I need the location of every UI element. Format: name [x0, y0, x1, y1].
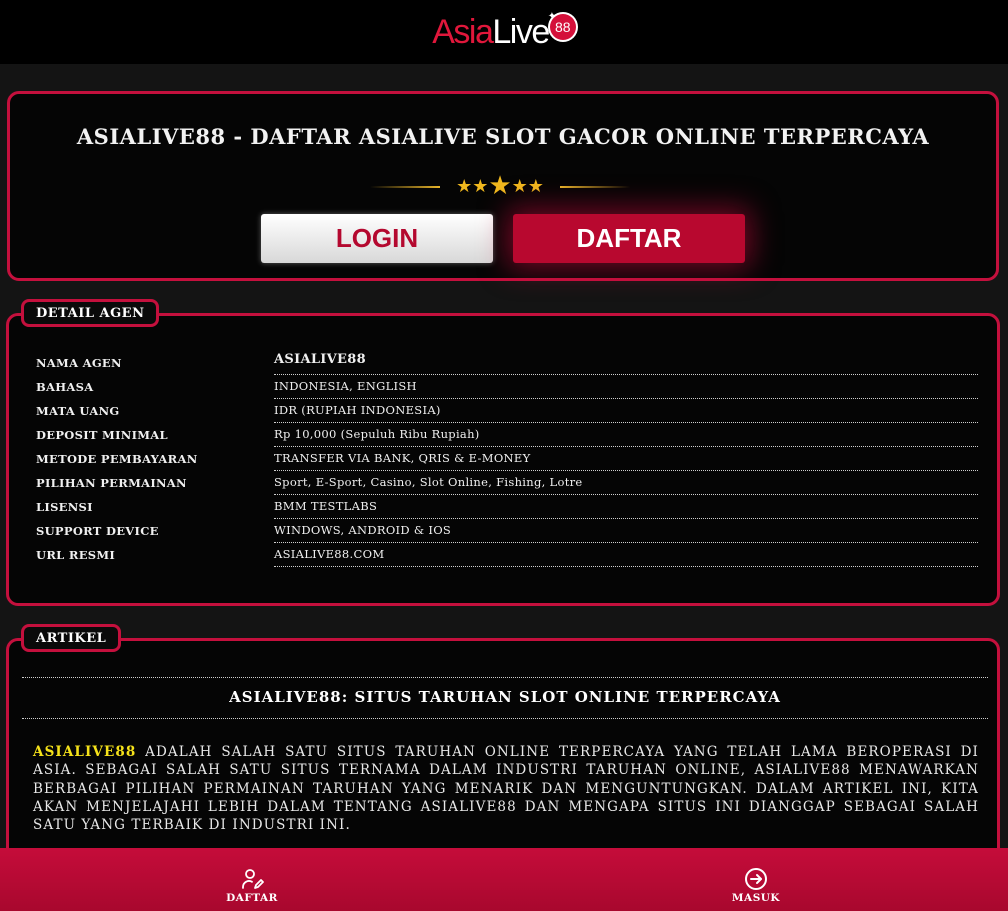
info-value: TRANSFER VIA BANK, QRIS & E-MONEY: [274, 451, 978, 471]
header-bar: Asia Live 88 ✦: [0, 0, 1008, 64]
sparkle-icon: ✦: [547, 10, 556, 22]
info-value: Rp 10,000 (Sepuluh Ribu Rupiah): [274, 427, 978, 447]
detail-agen-panel: NAMA AGEN ASIALIVE88 BAHASA INDONESIA, E…: [6, 313, 1000, 606]
article-highlight-link[interactable]: ASIALIVE88: [33, 744, 136, 760]
bottom-nav-masuk[interactable]: MASUK: [504, 848, 1008, 911]
info-key: PILIHAN PERMAINAN: [36, 476, 187, 490]
info-row-metode-pembayaran: METODE PEMBAYARAN TRANSFER VIA BANK, QRI…: [36, 447, 982, 471]
page-title: ASIALIVE88 - DAFTAR ASIALIVE SLOT GACOR …: [76, 124, 930, 149]
artikel-panel: ASIALIVE88: SITUS TARUHAN SLOT ONLINE TE…: [6, 638, 1000, 878]
article-body: ASIALIVE88 ADALAH SALAH SATU SITUS TARUH…: [33, 743, 979, 834]
info-value: WINDOWS, ANDROID & IOS: [274, 523, 978, 543]
daftar-button[interactable]: DAFTAR: [513, 214, 745, 263]
stars-icon: ★ ★ ★ ★ ★: [456, 171, 544, 201]
bottom-nav-masuk-label: MASUK: [731, 892, 781, 904]
info-row-mata-uang: MATA UANG IDR (RUPIAH INDONESIA): [36, 399, 982, 423]
info-key: BAHASA: [36, 380, 94, 394]
bottom-nav-daftar[interactable]: DAFTAR: [0, 848, 504, 911]
logo-text-asia: Asia: [432, 12, 494, 51]
info-row-pilihan-permainan: PILIHAN PERMAINAN Sport, E-Sport, Casino…: [36, 471, 982, 495]
info-value: BMM TESTLABS: [274, 499, 978, 519]
bottom-nav-daftar-label: DAFTAR: [226, 892, 278, 904]
info-value: Sport, E-Sport, Casino, Slot Online, Fis…: [274, 475, 978, 495]
info-key: URL RESMI: [36, 548, 116, 562]
info-key: METODE PEMBAYARAN: [36, 452, 198, 466]
tab-detail-agen: DETAIL AGEN: [21, 299, 160, 327]
info-row-support-device: SUPPORT DEVICE WINDOWS, ANDROID & IOS: [36, 519, 982, 543]
asialive-logo[interactable]: Asia Live 88 ✦: [432, 10, 576, 52]
info-key: LISENSI: [36, 500, 93, 514]
divider-line-right: [560, 186, 630, 188]
arrow-circle-right-icon: [745, 868, 767, 890]
divider-line-left: [370, 186, 440, 188]
info-value: INDONESIA, ENGLISH: [274, 379, 978, 399]
star-divider: ★ ★ ★ ★ ★: [370, 171, 630, 201]
info-value: IDR (RUPIAH INDONESIA): [274, 403, 978, 423]
bottom-nav-bar: DAFTAR MASUK: [0, 848, 1008, 911]
agent-info-table: NAMA AGEN ASIALIVE88 BAHASA INDONESIA, E…: [36, 351, 982, 567]
logo-text-live: Live: [492, 12, 550, 51]
info-row-deposit-minimal: DEPOSIT MINIMAL Rp 10,000 (Sepuluh Ribu …: [36, 423, 982, 447]
info-key: NAMA AGEN: [36, 356, 122, 370]
login-button[interactable]: LOGIN: [261, 214, 493, 263]
info-key: SUPPORT DEVICE: [36, 524, 159, 538]
info-row-nama-agen: NAMA AGEN ASIALIVE88: [36, 351, 982, 375]
info-row-bahasa: BAHASA INDONESIA, ENGLISH: [36, 375, 982, 399]
info-row-url-resmi: URL RESMI ASIALIVE88.COM: [36, 543, 982, 567]
tab-artikel: ARTIKEL: [21, 624, 122, 652]
info-value: ASIALIVE88: [274, 352, 978, 375]
info-key: DEPOSIT MINIMAL: [36, 428, 168, 442]
info-row-lisensi: LISENSI BMM TESTLABS: [36, 495, 982, 519]
article-title: ASIALIVE88: SITUS TARUHAN SLOT ONLINE TE…: [22, 677, 988, 719]
info-value: ASIALIVE88.COM: [274, 547, 978, 567]
info-key: MATA UANG: [36, 404, 120, 418]
user-edit-icon: [242, 869, 264, 889]
article-body-text: ADALAH SALAH SATU SITUS TARUHAN ONLINE T…: [33, 744, 979, 834]
